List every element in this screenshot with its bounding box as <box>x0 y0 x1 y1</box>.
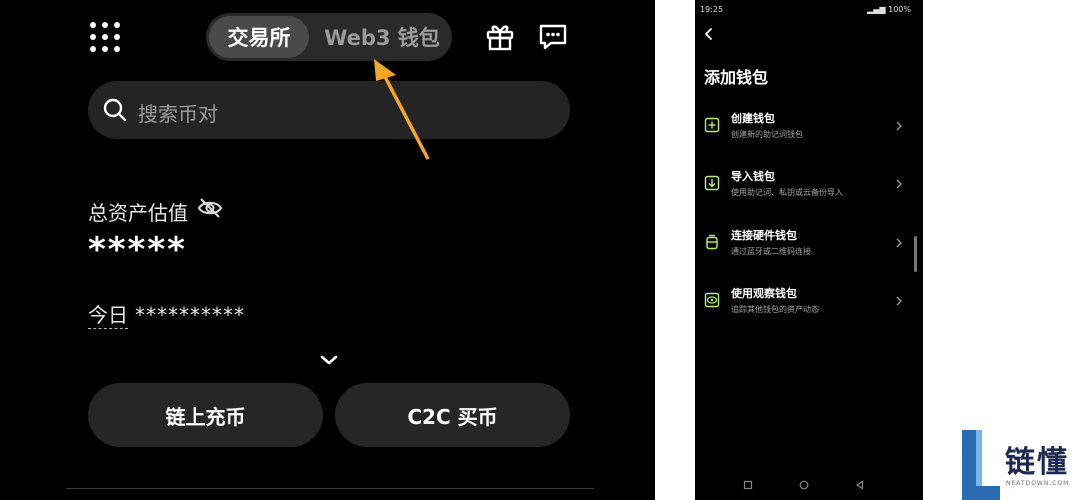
message-icon[interactable] <box>537 20 569 52</box>
option-title: 创建钱包 <box>731 112 775 125</box>
hardware-wallet-icon <box>706 234 718 250</box>
wallet-option-watch[interactable]: 使用观察钱包 追踪其他钱包的资产动态 <box>695 285 913 335</box>
option-title: 导入钱包 <box>731 170 775 183</box>
chevron-right-icon <box>896 121 902 131</box>
eye-off-icon[interactable] <box>197 196 223 220</box>
back-nav-icon[interactable] <box>855 480 865 490</box>
total-assets-value: ***** <box>88 230 187 270</box>
background <box>923 0 1080 500</box>
import-wallet-icon <box>704 175 720 191</box>
mode-switch: 交易所 Web3 钱包 <box>206 13 452 61</box>
back-icon[interactable] <box>703 26 715 42</box>
exchange-app-screen: 交易所 Web3 钱包 搜索币对 总资产估值 ***** 今日 ********… <box>0 0 655 500</box>
today-label: 今日 <box>88 303 128 329</box>
total-assets-label: 总资产估值 <box>88 201 188 225</box>
tab-exchange[interactable]: 交易所 <box>209 16 309 58</box>
create-wallet-icon <box>704 117 720 133</box>
today-value: ********** <box>135 303 245 327</box>
watermark-text: 链懂 <box>1005 445 1069 480</box>
tab-web3-wallet[interactable]: Web3 钱包 <box>316 16 448 58</box>
add-wallet-screen: 19:25 ▂▄▆ 100% 添加钱包 创建钱包 创建新的助记词钱包 导入钱包 … <box>695 0 923 500</box>
page-title: 添加钱包 <box>704 68 769 87</box>
divider <box>66 488 594 489</box>
search-input[interactable]: 搜索币对 <box>88 81 570 139</box>
signal-icon: ▂▄▆ <box>867 5 889 14</box>
c2c-buy-button[interactable]: C2C 买币 <box>335 383 570 447</box>
annotation-arrow <box>374 59 430 160</box>
option-subtitle: 使用助记词、私钥或云备份导入 <box>731 188 843 197</box>
option-subtitle: 追踪其他钱包的资产动态 <box>731 305 819 314</box>
grid-menu-icon[interactable] <box>90 22 120 52</box>
option-subtitle: 创建新的助记词钱包 <box>731 130 803 139</box>
wallet-option-create[interactable]: 创建钱包 创建新的助记词钱包 <box>695 110 913 160</box>
option-title: 连接硬件钱包 <box>731 229 797 242</box>
wallet-option-import[interactable]: 导入钱包 使用助记词、私钥或云备份导入 <box>695 168 913 218</box>
status-time: 19:25 <box>700 5 724 14</box>
watermark-subtext: NEATDOWN.COM <box>1006 480 1070 487</box>
chevron-right-icon <box>896 296 902 306</box>
search-placeholder: 搜索币对 <box>138 102 218 126</box>
chevron-right-icon <box>896 238 902 248</box>
status-bar-icons: ▂▄▆ 100% <box>867 5 911 14</box>
chevron-right-icon <box>896 179 902 189</box>
home-icon[interactable] <box>799 480 809 490</box>
search-icon <box>103 98 127 122</box>
gap <box>655 0 695 500</box>
gift-icon[interactable] <box>484 20 516 52</box>
option-subtitle: 通过蓝牙或二维码连接 <box>731 247 811 256</box>
watch-wallet-icon <box>704 292 720 308</box>
chevron-down-icon[interactable] <box>318 352 340 368</box>
recent-apps-icon[interactable] <box>743 480 753 490</box>
wallet-option-hardware[interactable]: 连接硬件钱包 通过蓝牙或二维码连接 <box>695 227 913 277</box>
scrollbar[interactable] <box>914 236 917 272</box>
onchain-deposit-button[interactable]: 链上充币 <box>88 383 323 447</box>
option-title: 使用观察钱包 <box>731 287 797 300</box>
battery-level: 100% <box>888 5 911 14</box>
